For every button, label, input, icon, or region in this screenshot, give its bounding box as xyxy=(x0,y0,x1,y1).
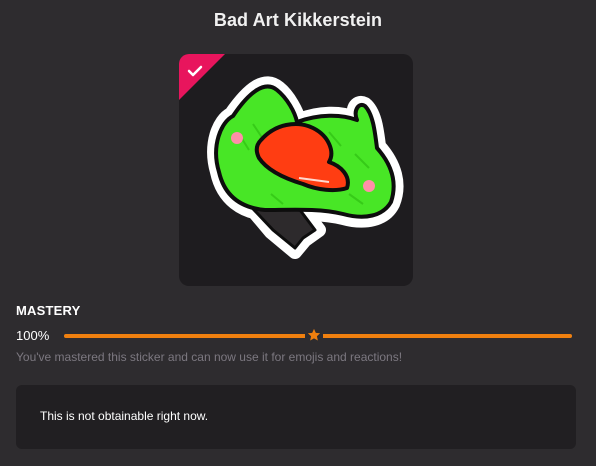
mastery-label: MASTERY xyxy=(16,303,81,318)
sticker-detail-panel: Bad Art Kikkerstein MASTERY 100% You've … xyxy=(0,0,596,466)
mastery-percentage: 100% xyxy=(16,328,50,343)
mastery-description: You've mastered this sticker and can now… xyxy=(16,350,403,364)
availability-notice: This is not obtainable right now. xyxy=(16,385,576,449)
mastery-progress-row: 100% xyxy=(16,327,576,345)
sticker-title: Bad Art Kikkerstein xyxy=(213,10,383,30)
star-icon xyxy=(305,328,323,344)
mastery-progress-bar xyxy=(64,328,572,344)
sticker-image-card xyxy=(179,54,413,286)
mastered-badge xyxy=(179,54,225,100)
availability-message: This is not obtainable right now. xyxy=(40,409,209,423)
